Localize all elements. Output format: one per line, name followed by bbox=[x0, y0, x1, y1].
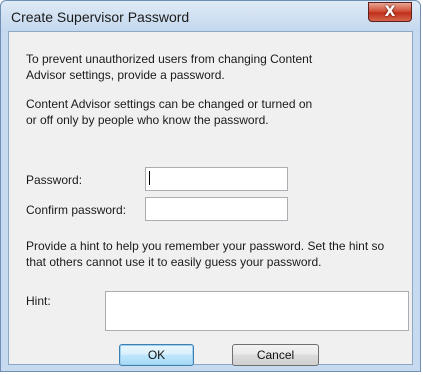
intro-text-2: Content Advisor settings can be changed … bbox=[26, 96, 396, 128]
hint-instruction-line: that others cannot use it to easily gues… bbox=[26, 255, 322, 269]
confirm-password-label: Confirm password: bbox=[26, 203, 127, 217]
confirm-password-field[interactable] bbox=[145, 197, 288, 221]
dialog-body: To prevent unauthorized users from chang… bbox=[8, 31, 413, 366]
cancel-button[interactable]: Cancel bbox=[232, 344, 319, 366]
intro-line: Content Advisor settings can be changed … bbox=[26, 97, 313, 111]
intro-line: or off only by people who know the passw… bbox=[26, 113, 269, 127]
hint-label: Hint: bbox=[26, 294, 51, 308]
close-icon: X bbox=[384, 4, 396, 20]
intro-text: To prevent unauthorized users from chang… bbox=[26, 51, 396, 83]
password-field[interactable] bbox=[145, 167, 288, 191]
ok-button[interactable]: OK bbox=[119, 344, 194, 366]
hint-field[interactable] bbox=[105, 291, 409, 331]
intro-line: To prevent unauthorized users from chang… bbox=[26, 52, 313, 66]
close-button[interactable]: X bbox=[368, 2, 412, 22]
window-title: Create Supervisor Password bbox=[11, 9, 190, 25]
dialog-window: Create Supervisor Password X To prevent … bbox=[0, 0, 421, 372]
password-label: Password: bbox=[26, 173, 83, 187]
text-caret bbox=[149, 171, 150, 185]
intro-line: Advisor settings, provide a password. bbox=[26, 68, 225, 82]
title-bar[interactable]: Create Supervisor Password X bbox=[1, 1, 420, 31]
hint-instruction-line: Provide a hint to help you remember your… bbox=[26, 239, 385, 253]
hint-instructions: Provide a hint to help you remember your… bbox=[26, 238, 411, 270]
